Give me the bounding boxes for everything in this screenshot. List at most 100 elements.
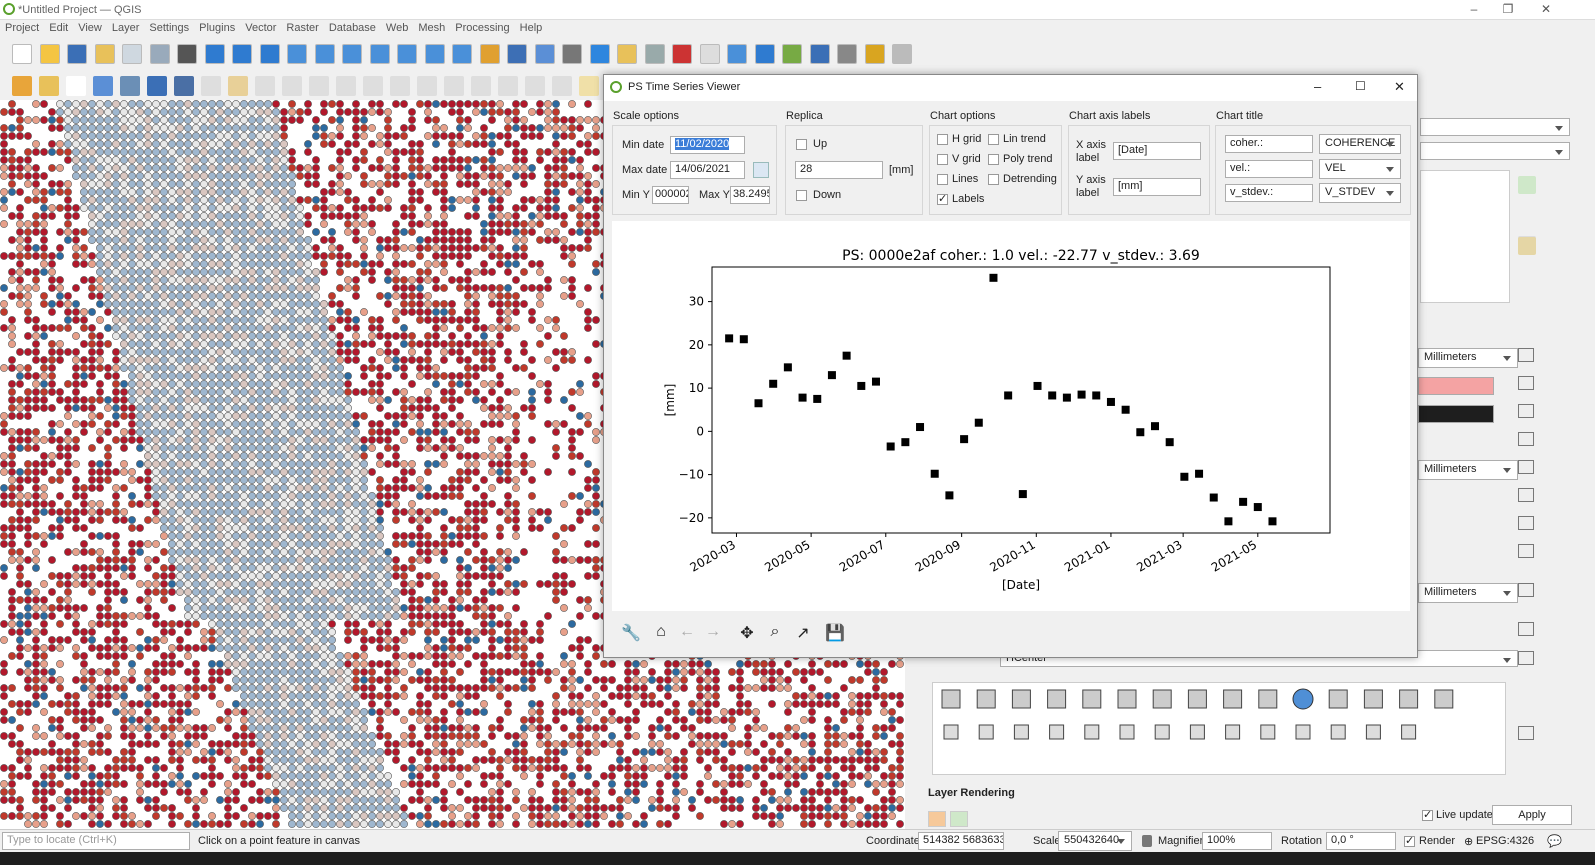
- toolbar-tool-5-icon[interactable]: [149, 44, 170, 64]
- map-point: [16, 492, 24, 500]
- edit-tool-21-icon[interactable]: [579, 76, 599, 96]
- map-point: [32, 404, 40, 412]
- menu-settings[interactable]: Settings: [144, 20, 194, 36]
- close-icon[interactable]: ✕: [1533, 2, 1559, 16]
- map-point: [40, 260, 48, 268]
- toolbar-tool-8-icon[interactable]: [232, 44, 252, 64]
- toolbar-tool-6-icon[interactable]: [177, 44, 197, 64]
- toolbar-tool-22-icon[interactable]: [617, 44, 637, 64]
- toolbar-tool-21-icon[interactable]: [589, 44, 610, 64]
- minimize-icon[interactable]: –: [1461, 2, 1487, 16]
- menu-vector[interactable]: Vector: [240, 20, 281, 36]
- menu-mesh[interactable]: Mesh: [413, 20, 450, 36]
- toolbar-tool-17-icon[interactable]: [479, 44, 500, 64]
- edit-tool-12-icon[interactable]: [336, 76, 356, 96]
- toolbar-tool-20-icon[interactable]: [562, 44, 582, 64]
- edit-tool-20-icon[interactable]: [552, 76, 572, 96]
- toolbar-tool-15-icon[interactable]: [424, 44, 445, 64]
- map-point: [584, 508, 592, 516]
- toolbar-tool-4-icon[interactable]: [122, 44, 142, 64]
- toolbar-tool-26-icon[interactable]: [727, 44, 747, 64]
- edit-tool-15-icon[interactable]: [417, 76, 437, 96]
- toolbar-tool-12-icon[interactable]: [342, 44, 362, 64]
- menu-raster[interactable]: Raster: [281, 20, 323, 36]
- toolbar-tool-27-icon[interactable]: [754, 44, 775, 64]
- map-point: [336, 132, 344, 140]
- map-point: [320, 492, 328, 500]
- edit-tool-18-icon[interactable]: [498, 76, 518, 96]
- toolbar-tool-31-icon[interactable]: [864, 44, 885, 64]
- map-point: [168, 532, 176, 540]
- menu-database[interactable]: Database: [324, 20, 381, 36]
- toolbar-tool-28-icon[interactable]: [782, 44, 802, 64]
- edit-tool-17-icon[interactable]: [471, 76, 491, 96]
- toolbar-tool-25-icon[interactable]: [699, 44, 720, 64]
- edit-tool-19-icon[interactable]: [525, 76, 545, 96]
- toolbar-tool-11-icon[interactable]: [314, 44, 335, 64]
- edit-tool-13-icon[interactable]: [363, 76, 383, 96]
- toolbar-tool-3-icon[interactable]: [94, 44, 115, 64]
- map-point: [88, 508, 96, 516]
- edit-tool-7-icon[interactable]: [201, 76, 221, 96]
- toolbar-tool-16-icon[interactable]: [452, 44, 472, 64]
- map-point: [368, 164, 376, 172]
- toolbar-tool-2-icon[interactable]: [67, 44, 87, 64]
- map-point: [560, 164, 568, 172]
- edit-tool-6-icon[interactable]: [174, 76, 194, 96]
- toolbar-tool-0-icon[interactable]: [12, 44, 32, 64]
- map-point: [176, 436, 184, 444]
- edit-tool-2-icon[interactable]: [66, 76, 86, 96]
- map-point: [448, 156, 456, 164]
- edit-tool-9-icon[interactable]: [255, 76, 275, 96]
- toolbar-tool-9-icon[interactable]: [259, 44, 280, 64]
- toolbar-tool-23-icon[interactable]: [644, 44, 665, 64]
- map-point: [544, 196, 552, 204]
- edit-tool-5-icon[interactable]: [147, 76, 167, 96]
- toolbar-tool-13-icon[interactable]: [369, 44, 390, 64]
- edit-tool-8-icon[interactable]: [228, 76, 248, 96]
- toolbar-tool-30-icon[interactable]: [837, 44, 857, 64]
- menu-plugins[interactable]: Plugins: [194, 20, 240, 36]
- edit-tool-11-icon[interactable]: [309, 76, 329, 96]
- map-point: [88, 620, 96, 628]
- toolbar-tool-24-icon[interactable]: [672, 44, 692, 64]
- map-point: [512, 252, 520, 260]
- map-point: [568, 292, 576, 300]
- edit-tool-1-icon[interactable]: [39, 76, 59, 96]
- edit-tool-0-icon[interactable]: [12, 76, 32, 96]
- toolbar-tool-18-icon[interactable]: [507, 44, 527, 64]
- edit-tool-16-icon[interactable]: [444, 76, 464, 96]
- map-point: [384, 588, 392, 596]
- toolbar-tool-1-icon[interactable]: [39, 44, 60, 64]
- map-point: [32, 340, 40, 348]
- edit-tool-3-icon[interactable]: [93, 76, 113, 96]
- menu-processing[interactable]: Processing: [450, 20, 514, 36]
- map-point: [528, 308, 536, 316]
- map-point: [472, 188, 480, 196]
- toolbar-tool-10-icon[interactable]: [287, 44, 307, 64]
- maximize-icon[interactable]: ❐: [1495, 2, 1521, 16]
- map-point: [240, 652, 248, 660]
- edit-tool-10-icon[interactable]: [282, 76, 302, 96]
- edit-tool-4-icon[interactable]: [120, 76, 140, 96]
- menu-layer[interactable]: Layer: [107, 20, 145, 36]
- map-point: [424, 508, 432, 516]
- menu-edit[interactable]: Edit: [44, 20, 73, 36]
- menu-help[interactable]: Help: [515, 20, 548, 36]
- menu-web[interactable]: Web: [381, 20, 413, 36]
- menu-view[interactable]: View: [73, 20, 107, 36]
- toolbar-tool-19-icon[interactable]: [534, 44, 555, 64]
- map-point: [208, 108, 216, 116]
- menu-project[interactable]: Project: [0, 20, 44, 36]
- map-point: [456, 604, 464, 612]
- edit-tool-14-icon[interactable]: [390, 76, 410, 96]
- map-point: [392, 132, 400, 140]
- toolbar-tool-29-icon[interactable]: [809, 44, 830, 64]
- map-point: [160, 412, 168, 420]
- toolbar-tool-7-icon[interactable]: [204, 44, 225, 64]
- map-point: [456, 348, 464, 356]
- map-point: [152, 220, 160, 228]
- toolbar-tool-32-icon[interactable]: [892, 44, 912, 64]
- map-point: [224, 380, 232, 388]
- toolbar-tool-14-icon[interactable]: [397, 44, 417, 64]
